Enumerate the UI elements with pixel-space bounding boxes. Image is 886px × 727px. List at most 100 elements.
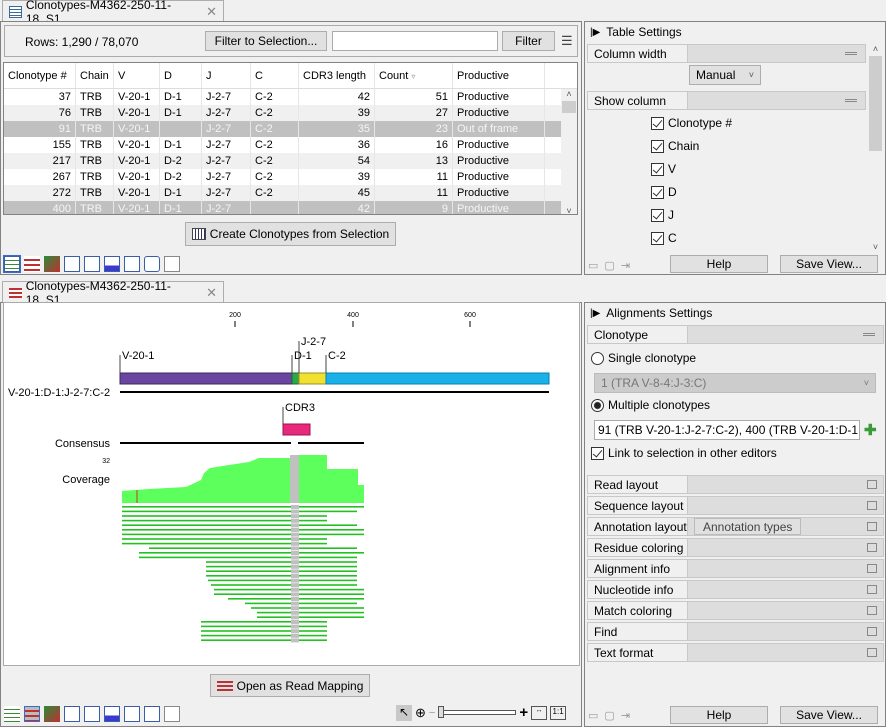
line-chart-icon[interactable] (124, 706, 140, 722)
collapse-icon[interactable] (845, 52, 857, 55)
column-width-group[interactable]: Column width (587, 44, 866, 63)
folder-icon[interactable] (867, 522, 877, 531)
alignment-view-icon[interactable] (24, 706, 40, 722)
chain-view-icon[interactable] (44, 256, 60, 272)
top-editor-tab[interactable]: Clonotypes-M4362-250-11-18_S1... ✕ (2, 0, 224, 26)
collapse-all-icon[interactable]: ▭ (588, 259, 598, 272)
scroll-down-icon[interactable]: ˅ (868, 242, 883, 252)
apply-icon[interactable]: ⇥ (621, 709, 630, 722)
rarefaction-chart-icon[interactable] (64, 256, 80, 272)
scroll-thumb[interactable] (562, 101, 576, 113)
filter-input[interactable] (332, 31, 498, 51)
col-header[interactable]: C (251, 63, 299, 88)
show-column-checkbox[interactable]: D (651, 185, 677, 199)
rarefaction-chart-icon[interactable] (64, 706, 80, 722)
show-column-checkbox[interactable]: V (651, 162, 676, 176)
folder-icon[interactable] (867, 627, 877, 636)
create-clonotypes-button[interactable]: Create Clonotypes from Selection (185, 222, 396, 246)
table-row[interactable]: 155 TRB V-20-1 D-1 J-2-7 C-2 36 16 Productive (4, 137, 577, 153)
histogram-icon[interactable] (84, 256, 100, 272)
show-column-checkbox[interactable]: J (651, 208, 674, 222)
table-scrollbar[interactable]: ˄ ˅ (561, 89, 577, 214)
filter-button[interactable]: Filter (502, 31, 555, 51)
table-row[interactable]: 267 TRB V-20-1 D-2 J-2-7 C-2 39 11 Productive (4, 169, 577, 185)
scroll-down-icon[interactable]: ˅ (561, 206, 577, 214)
help-button[interactable]: Help (670, 706, 768, 724)
show-column-checkbox[interactable]: Chain (651, 139, 699, 153)
table-row[interactable]: 37 TRB V-20-1 D-1 J-2-7 C-2 42 51 Productive (4, 89, 577, 105)
column-width-select[interactable]: Manual ˅ (689, 65, 761, 85)
multiple-clonotypes-radio[interactable]: Multiple clonotypes (591, 398, 710, 412)
col-header[interactable]: J (202, 63, 251, 88)
show-column-group[interactable]: Show column (587, 91, 866, 110)
table-row[interactable]: 76 TRB V-20-1 D-1 J-2-7 C-2 39 27 Productive (4, 105, 577, 121)
col-header[interactable]: CDR3 length (299, 63, 375, 88)
histogram-filled-icon[interactable] (104, 256, 120, 272)
col-header[interactable]: Productive (453, 63, 545, 88)
table-view-icon[interactable] (4, 706, 20, 722)
folder-icon[interactable] (867, 585, 877, 594)
alignment-settings-header[interactable]: |▶ Alignments Settings (590, 306, 712, 320)
folder-icon[interactable]: ▢ (604, 259, 614, 272)
collapse-icon[interactable] (845, 99, 857, 102)
line-chart-icon[interactable] (124, 256, 140, 272)
col-header[interactable]: Clonotype # (4, 63, 76, 88)
table-row[interactable]: 272 TRB V-20-1 D-1 J-2-7 C-2 45 11 Productive (4, 185, 577, 201)
col-header[interactable]: V (114, 63, 160, 88)
folder-icon[interactable] (867, 501, 877, 510)
link-selection-checkbox[interactable]: Link to selection in other editors (591, 446, 777, 460)
scroll-up-icon[interactable]: ˄ (868, 44, 883, 54)
folder-icon[interactable] (867, 648, 877, 657)
folder-icon[interactable]: ▢ (604, 709, 614, 722)
settings-group[interactable]: Nucleotide info (587, 580, 884, 599)
col-header[interactable]: Chain (76, 63, 114, 88)
table-row[interactable]: 400 TRB V-20-1 D-1 J-2-7 42 9 Productive (4, 201, 577, 214)
history-icon[interactable] (144, 706, 160, 722)
zoom-out-icon[interactable]: − (429, 707, 435, 719)
close-icon[interactable]: ✕ (206, 285, 217, 301)
alignment-view-icon[interactable] (24, 256, 40, 272)
fit-width-icon[interactable]: ↔ (531, 705, 548, 720)
show-column-checkbox[interactable]: C (651, 231, 677, 245)
chain-view-icon[interactable] (44, 706, 60, 722)
zoom-slider-handle[interactable] (438, 706, 445, 718)
save-view-button[interactable]: Save View... (780, 706, 878, 724)
zoom-in-tool-icon[interactable]: ⊕ (415, 705, 426, 721)
folder-icon[interactable] (867, 480, 877, 489)
scroll-up-icon[interactable]: ˄ (561, 89, 577, 99)
single-clonotype-radio[interactable]: Single clonotype (591, 351, 696, 365)
settings-group[interactable]: Residue coloring (587, 538, 884, 557)
collapse-all-icon[interactable]: ▭ (588, 709, 598, 722)
scroll-thumb[interactable] (869, 56, 882, 151)
multiple-clonotypes-input[interactable]: 91 (TRB V-20-1:J-2-7:C-2), 400 (TRB V-20… (594, 420, 860, 440)
settings-scrollbar[interactable]: ˄ ˅ (868, 44, 883, 252)
open-as-read-mapping-button[interactable]: Open as Read Mapping (210, 674, 370, 697)
help-button[interactable]: Help (670, 255, 768, 273)
col-header-count[interactable]: Count ▿ (375, 63, 453, 88)
filter-to-selection-button[interactable]: Filter to Selection... (205, 31, 327, 51)
settings-group[interactable]: Annotation layout Annotation types (587, 517, 884, 536)
settings-group[interactable]: Sequence layout (587, 496, 884, 515)
annotation-check-icon[interactable] (164, 256, 180, 272)
show-column-checkbox[interactable]: Clonotype # (651, 116, 732, 130)
zoom-one-to-one-icon[interactable]: 1:1 (550, 705, 567, 720)
col-header[interactable]: D (160, 63, 202, 88)
table-row[interactable]: 91 TRB V-20-1 J-2-7 C-2 35 23 Out of frame (4, 121, 577, 137)
history-icon[interactable] (144, 256, 160, 272)
bottom-editor-tab[interactable]: Clonotypes-M4362-250-11-18_S1... ✕ (2, 279, 224, 307)
folder-icon[interactable] (867, 606, 877, 615)
settings-group[interactable]: Match coloring (587, 601, 884, 620)
histogram-filled-icon[interactable] (104, 706, 120, 722)
save-view-button[interactable]: Save View... (780, 255, 878, 273)
table-view-icon[interactable] (3, 255, 21, 273)
settings-group[interactable]: Find (587, 622, 884, 641)
pointer-tool-icon[interactable]: ↖ (396, 704, 412, 721)
table-row[interactable]: 217 TRB V-20-1 D-2 J-2-7 C-2 54 13 Productive (4, 153, 577, 169)
histogram-icon[interactable] (84, 706, 100, 722)
collapse-icon[interactable] (863, 333, 875, 336)
settings-group[interactable]: Text format (587, 643, 884, 662)
filter-options-icon[interactable]: ☰ (561, 33, 573, 49)
settings-group[interactable]: Alignment info (587, 559, 884, 578)
zoom-slider[interactable] (438, 706, 517, 718)
annotation-types-tab[interactable]: Annotation types (694, 518, 802, 535)
